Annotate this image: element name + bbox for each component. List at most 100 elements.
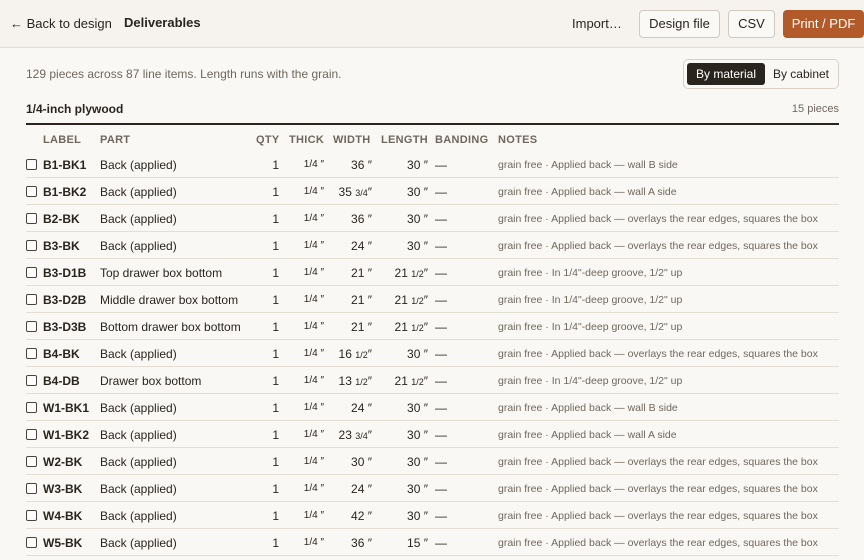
width-fraction: 1/2 — [355, 350, 368, 360]
part-banding: — — [435, 266, 447, 280]
length-whole: 21 — [394, 374, 408, 388]
width-whole: 24 — [351, 401, 365, 415]
table-header: LABEL PART QTY THICK WIDTH LENGTH BANDIN… — [26, 134, 839, 148]
row-checkbox[interactable] — [26, 483, 37, 494]
row-checkbox[interactable] — [26, 186, 37, 197]
part-length: 30 ″ — [407, 455, 428, 469]
back-to-design-link[interactable]: ← Back to design — [10, 16, 112, 31]
row-checkbox[interactable] — [26, 267, 37, 278]
length-whole: 30 — [407, 455, 421, 469]
part-qty: 1 — [272, 509, 279, 523]
row-checkbox[interactable] — [26, 240, 37, 251]
part-thickness: 1/4 ″ — [303, 537, 324, 548]
row-checkbox[interactable] — [26, 375, 37, 386]
part-name: Back (applied) — [100, 158, 177, 172]
part-width: 42 ″ — [351, 509, 372, 523]
row-checkbox[interactable] — [26, 321, 37, 332]
part-qty: 1 — [272, 239, 279, 253]
width-whole: 42 — [351, 509, 365, 523]
part-length: 15 ″ — [407, 536, 428, 550]
by-material-toggle[interactable]: By material — [687, 63, 765, 85]
part-banding: — — [435, 185, 447, 199]
table-row: W1-BK2 Back (applied) 1 1/4 ″ 23 3/4″ 30 ″ — gr… — [26, 421, 839, 448]
part-label: W3-BK — [43, 482, 83, 496]
part-notes: grain free · Applied back — overlays the… — [498, 510, 818, 522]
part-banding: — — [435, 482, 447, 496]
row-checkbox[interactable] — [26, 510, 37, 521]
part-name: Back (applied) — [100, 536, 177, 550]
material-group-title: 1/4-inch plywood — [26, 102, 124, 116]
part-notes: grain free · Applied back — wall A side — [498, 186, 677, 198]
part-label: W4-BK — [43, 509, 83, 523]
material-group-count: 15 pieces — [791, 103, 839, 115]
row-checkbox[interactable] — [26, 456, 37, 467]
top-bar: ← Back to design Deliverables Import… De… — [0, 0, 864, 48]
part-qty: 1 — [272, 374, 279, 388]
table-row: B3-D3B Bottom drawer box bottom 1 1/4 ″ 21 ″… — [26, 313, 839, 340]
part-qty: 1 — [272, 347, 279, 361]
row-checkbox[interactable] — [26, 537, 37, 548]
row-checkbox[interactable] — [26, 348, 37, 359]
length-whole: 30 — [407, 509, 421, 523]
part-banding: — — [435, 239, 447, 253]
width-whole: 16 — [338, 347, 352, 361]
row-checkbox[interactable] — [26, 429, 37, 440]
part-banding: — — [435, 212, 447, 226]
part-length: 21 1/2″ — [394, 320, 428, 334]
width-whole: 13 — [338, 374, 352, 388]
part-length: 30 ″ — [407, 212, 428, 226]
row-checkbox[interactable] — [26, 294, 37, 305]
table-row: B4-DB Drawer box bottom 1 1/4 ″ 13 1/2″ 21 1/… — [26, 367, 839, 394]
import-button[interactable]: Import… — [572, 16, 622, 31]
width-whole: 36 — [351, 158, 365, 172]
part-name: Back (applied) — [100, 185, 177, 199]
part-thickness: 1/4 ″ — [303, 240, 324, 251]
table-row: W3-BK Back (applied) 1 1/4 ″ 24 ″ 30 ″ — grain … — [26, 475, 839, 502]
part-width: 16 1/2″ — [338, 347, 372, 361]
part-thickness: 1/4 ″ — [303, 483, 324, 494]
length-whole: 30 — [407, 158, 421, 172]
by-cabinet-toggle[interactable]: By cabinet — [766, 63, 836, 85]
width-whole: 21 — [351, 266, 365, 280]
length-fraction: 1/2 — [411, 269, 424, 279]
width-whole: 30 — [351, 455, 365, 469]
part-thickness: 1/4 ″ — [303, 510, 324, 521]
row-checkbox[interactable] — [26, 402, 37, 413]
part-qty: 1 — [272, 293, 279, 307]
length-fraction: 1/2 — [411, 377, 424, 387]
part-thickness: 1/4 ″ — [303, 294, 324, 305]
design-file-button[interactable]: Design file — [639, 10, 720, 38]
length-whole: 30 — [407, 239, 421, 253]
col-label: LABEL — [43, 134, 82, 146]
part-length: 21 1/2″ — [394, 293, 428, 307]
row-checkbox[interactable] — [26, 159, 37, 170]
col-qty: QTY — [256, 134, 280, 146]
col-thick: THICK — [289, 134, 325, 146]
length-fraction: 1/2 — [411, 323, 424, 333]
part-width: 24 ″ — [351, 401, 372, 415]
table-row: W4-BK Back (applied) 1 1/4 ″ 42 ″ 30 ″ — grain … — [26, 502, 839, 529]
part-width: 13 1/2″ — [338, 374, 372, 388]
part-notes: grain free · Applied back — overlays the… — [498, 240, 818, 252]
length-whole: 30 — [407, 482, 421, 496]
part-width: 21 ″ — [351, 320, 372, 334]
part-banding: — — [435, 320, 447, 334]
part-name: Back (applied) — [100, 239, 177, 253]
width-whole: 36 — [351, 536, 365, 550]
part-qty: 1 — [272, 455, 279, 469]
part-label: B3-D1B — [43, 266, 87, 280]
width-whole: 24 — [351, 482, 365, 496]
print-pdf-button[interactable]: Print / PDF — [783, 10, 864, 38]
part-thickness: 1/4 ″ — [303, 321, 324, 332]
part-width: 36 ″ — [351, 212, 372, 226]
cut-list-panel: 129 pieces across 87 line items. Length … — [0, 48, 864, 560]
row-checkbox[interactable] — [26, 213, 37, 224]
part-thickness: 1/4 ″ — [303, 159, 324, 170]
part-banding: — — [435, 401, 447, 415]
part-name: Back (applied) — [100, 401, 177, 415]
table-row: W5-BK Back (applied) 1 1/4 ″ 36 ″ 15 ″ — grain … — [26, 529, 839, 556]
csv-button[interactable]: CSV — [728, 10, 775, 38]
length-whole: 30 — [407, 185, 421, 199]
part-label: B3-BK — [43, 239, 80, 253]
part-qty: 1 — [272, 428, 279, 442]
